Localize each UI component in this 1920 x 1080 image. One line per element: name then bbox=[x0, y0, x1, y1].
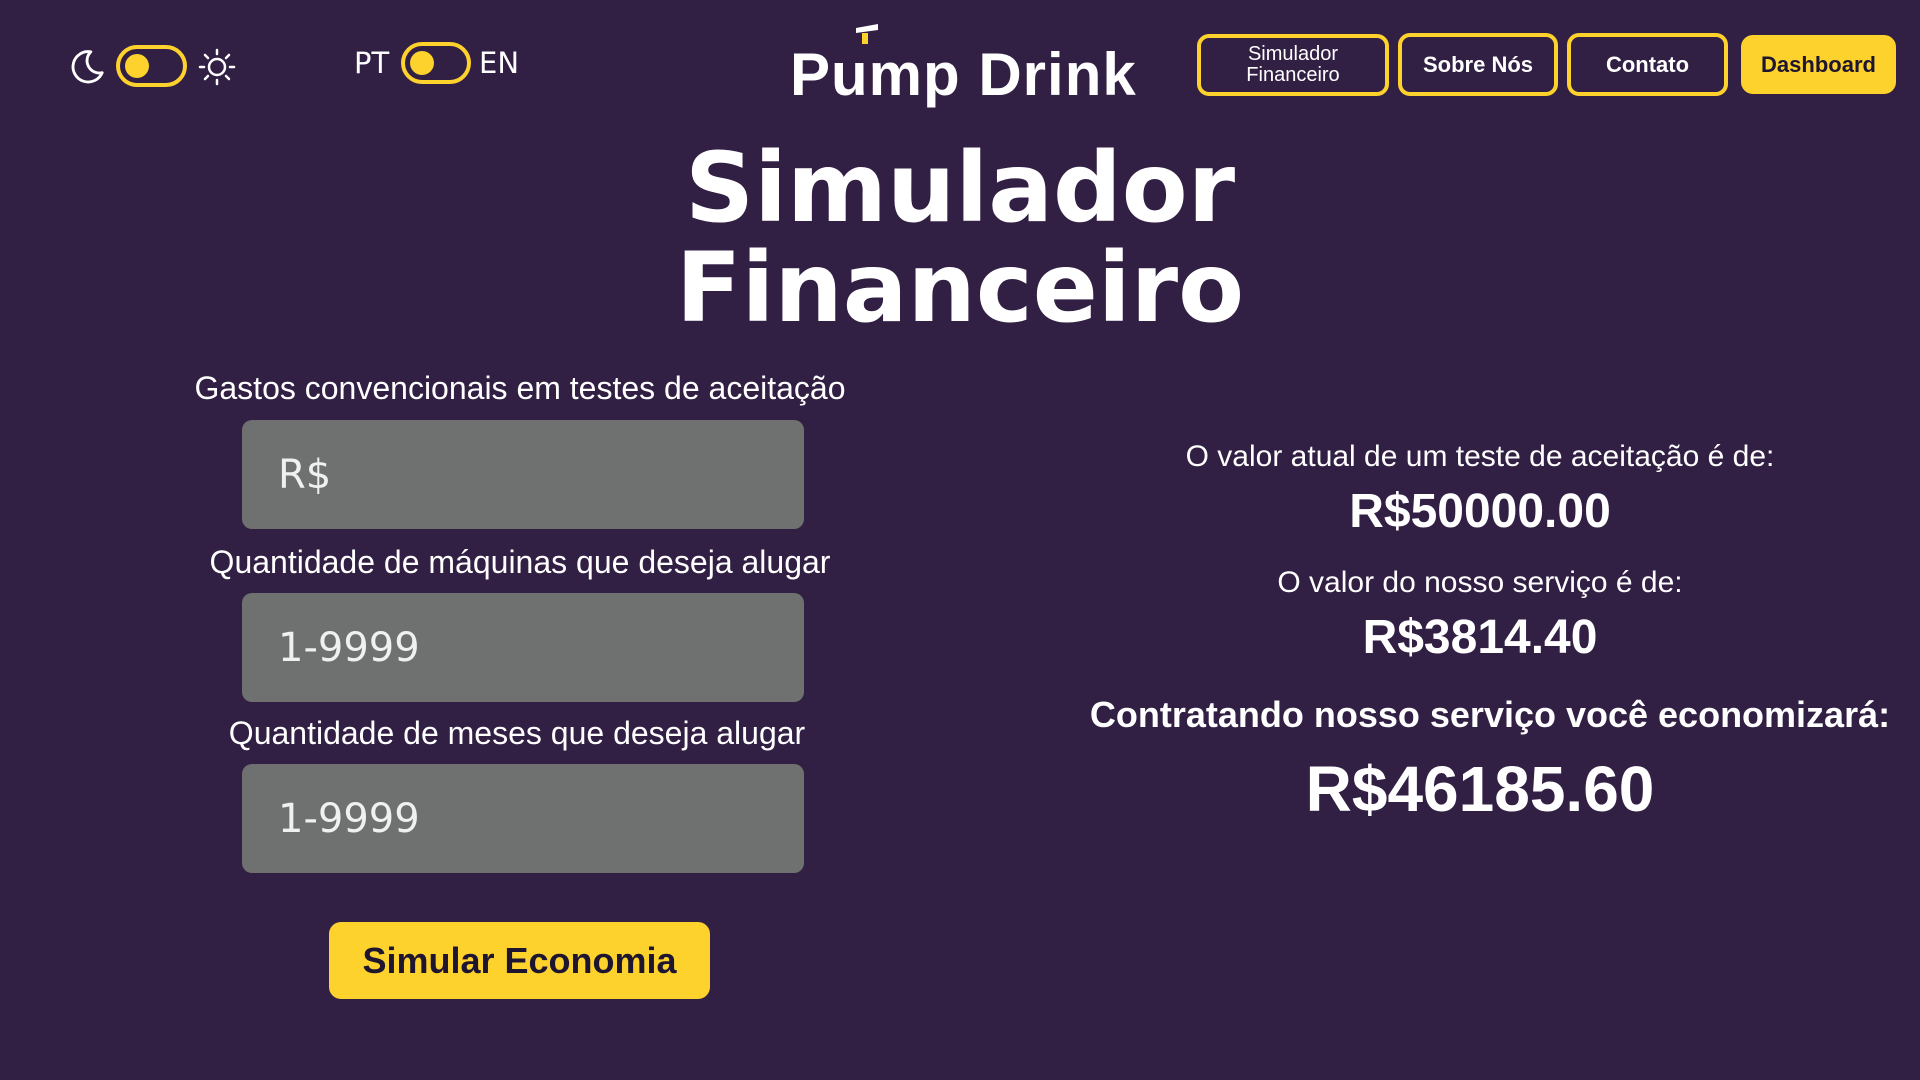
sun-icon bbox=[198, 48, 236, 86]
months-input[interactable] bbox=[242, 764, 804, 873]
language-en-label: EN bbox=[479, 46, 520, 80]
nav-simulator-button[interactable]: Simulador Financeiro bbox=[1197, 34, 1389, 96]
months-label: Quantidade de meses que deseja alugar bbox=[228, 715, 806, 751]
page-title-line2: Financeiro bbox=[675, 232, 1245, 344]
nav-contact-button[interactable]: Contato bbox=[1567, 33, 1728, 96]
expenses-label: Gastos convencionais em testes de aceita… bbox=[194, 370, 846, 406]
nav-simulator-label-line1: Simulador bbox=[1247, 43, 1339, 65]
theme-toggle[interactable] bbox=[116, 45, 187, 87]
simulate-savings-button[interactable]: Simular Economia bbox=[329, 922, 710, 999]
language-pt-label: PT bbox=[354, 46, 390, 80]
current-value: R$50000.00 bbox=[1349, 485, 1611, 538]
logo-text: Pump Drink bbox=[790, 41, 1137, 108]
nav-dashboard-button[interactable]: Dashboard bbox=[1741, 35, 1896, 94]
service-value: R$3814.40 bbox=[1362, 611, 1598, 664]
logo[interactable]: Pump Drink bbox=[790, 24, 1136, 110]
nav-about-button[interactable]: Sobre Nós bbox=[1398, 33, 1558, 96]
current-value-label: O valor atual de um teste de aceitação é… bbox=[1185, 440, 1775, 473]
nav-simulator-label-line2: Financeiro bbox=[1246, 64, 1340, 86]
page-title-line1: Simulador bbox=[684, 132, 1236, 244]
savings-value: R$46185.60 bbox=[1305, 753, 1655, 825]
expenses-input[interactable] bbox=[242, 420, 804, 529]
machines-input[interactable] bbox=[242, 593, 804, 702]
theme-toggle-knob bbox=[125, 54, 149, 78]
savings-label: Contratando nosso serviço você economiza… bbox=[1089, 694, 1891, 735]
moon-icon bbox=[71, 50, 104, 84]
language-toggle-knob bbox=[410, 51, 434, 75]
service-value-label: O valor do nosso serviço é de: bbox=[1277, 566, 1683, 599]
language-toggle[interactable] bbox=[401, 42, 471, 84]
page-title: Simulador Financeiro bbox=[560, 138, 1360, 338]
machines-label: Quantidade de máquinas que deseja alugar bbox=[209, 544, 831, 580]
